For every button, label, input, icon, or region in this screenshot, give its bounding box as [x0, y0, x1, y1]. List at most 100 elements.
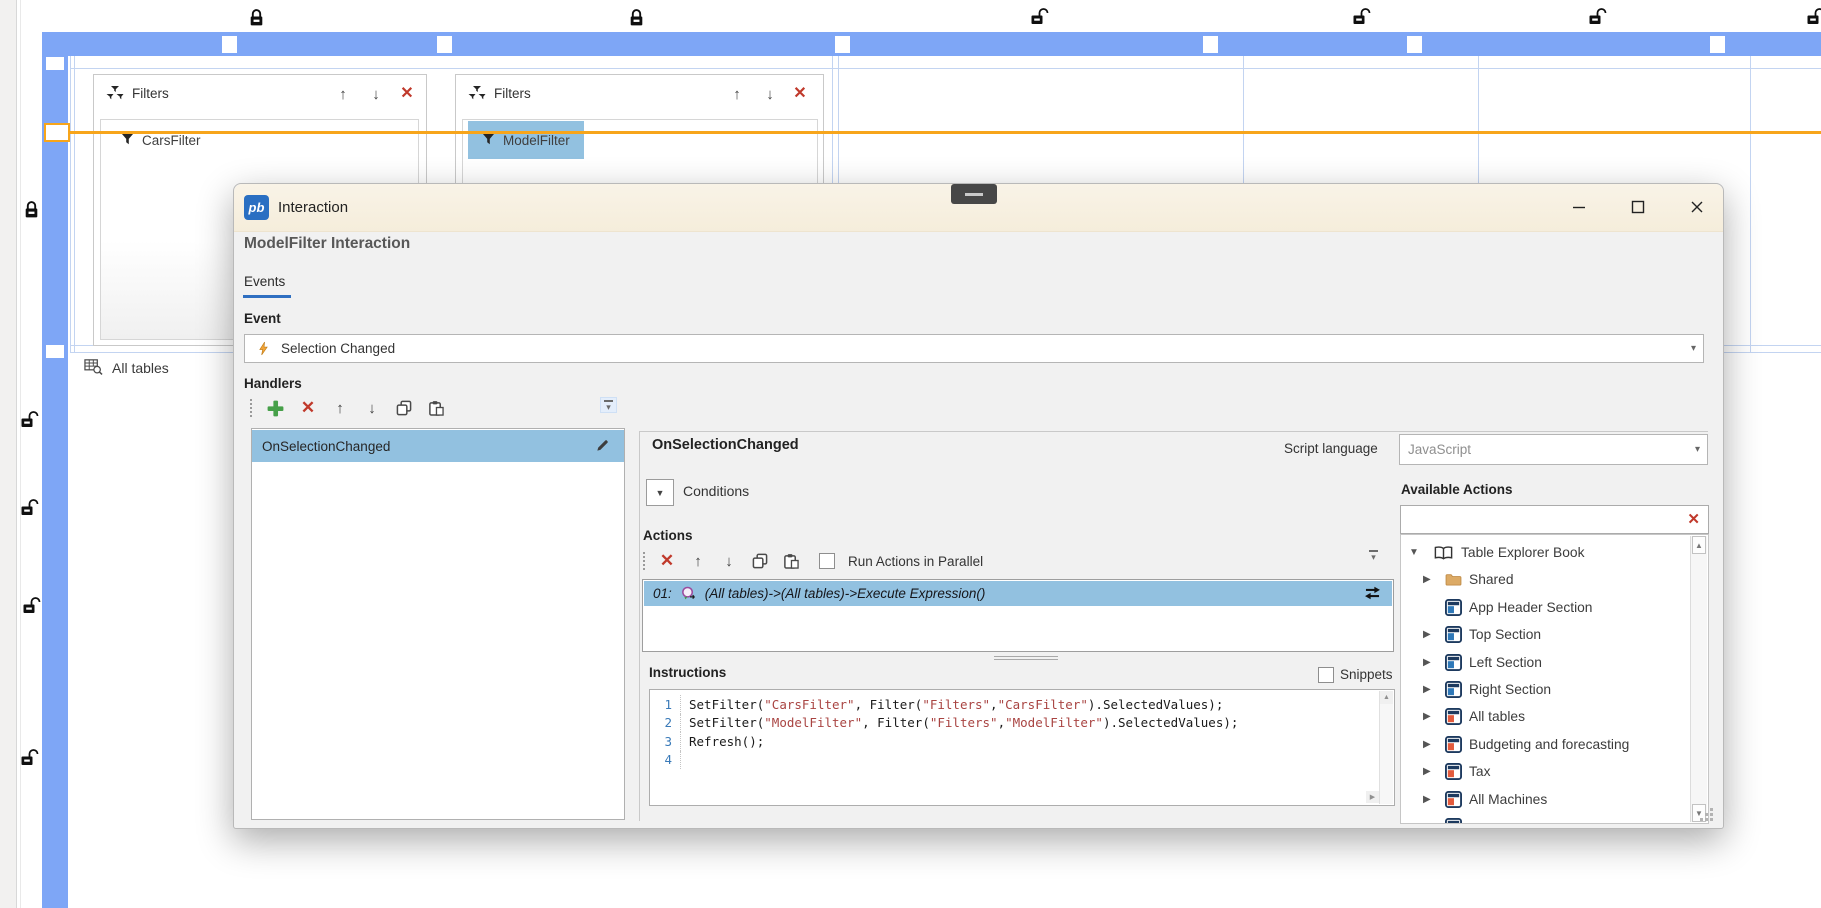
tab-events[interactable]: Events [244, 274, 285, 289]
toolbar-grip[interactable] [643, 552, 645, 570]
selection-band-vertical[interactable] [42, 32, 68, 908]
move-handler-up-button[interactable]: ↑ [331, 398, 349, 418]
tree-item[interactable]: ▶All Machines [1401, 786, 1690, 813]
snippets-checkbox[interactable] [1318, 667, 1334, 683]
unlock-icon[interactable] [1030, 7, 1050, 31]
resize-handle[interactable] [1710, 36, 1725, 53]
tree-item[interactable]: ▶Budgeting and forecasting [1401, 731, 1690, 758]
expander-collapsed-icon[interactable]: ▶ [1423, 629, 1431, 640]
minimize-button[interactable] [1558, 190, 1600, 224]
splitter-handle[interactable] [994, 656, 1058, 660]
lock-icon[interactable] [248, 8, 265, 32]
move-up-button[interactable]: ↑ [728, 84, 746, 104]
toolbar-grip[interactable] [250, 399, 252, 417]
unlock-icon[interactable] [1806, 7, 1821, 31]
handlers-list[interactable]: OnSelectionChanged [251, 428, 625, 820]
scroll-up-icon[interactable]: ▲ [1692, 536, 1706, 554]
expander-collapsed-icon[interactable]: ▶ [1423, 657, 1431, 668]
available-actions-tree[interactable]: ▲ ▼ ▼Table Explorer Book▶SharedApp Heade… [1400, 534, 1709, 824]
copy-icon[interactable] [751, 551, 769, 571]
tree-item[interactable]: ▼Table Explorer Book [1401, 539, 1690, 566]
dialog-resize-grip[interactable] [1700, 808, 1714, 822]
resize-handle[interactable] [835, 36, 850, 53]
toolbar-options-icon[interactable]: ▾ [600, 397, 617, 413]
scroll-up-icon[interactable]: ▲ [1380, 691, 1393, 704]
folder-icon [1445, 573, 1462, 586]
section-all-tables[interactable]: All tables [84, 358, 169, 378]
unlock-icon[interactable] [1352, 7, 1372, 31]
available-actions-search[interactable]: ✕ [1400, 505, 1709, 534]
section-orange-icon [1445, 763, 1462, 780]
close-button[interactable] [1676, 190, 1718, 224]
resize-handle[interactable] [222, 36, 237, 53]
tree-item[interactable]: ▶Tax [1401, 758, 1690, 785]
delete-handler-button[interactable]: ✕ [299, 398, 317, 418]
resize-handle[interactable] [46, 57, 64, 70]
lock-icon[interactable] [23, 200, 40, 224]
code-editor[interactable]: 1SetFilter("CarsFilter", Filter("Filters… [649, 689, 1395, 806]
delete-button[interactable]: ✕ [398, 83, 416, 103]
expander-collapsed-icon[interactable]: ▶ [1423, 711, 1431, 722]
delete-action-button[interactable]: ✕ [658, 551, 676, 571]
expander-collapsed-icon[interactable]: ▶ [1423, 574, 1431, 585]
move-up-button[interactable]: ↑ [334, 84, 352, 104]
window-drag-handle[interactable] [951, 184, 997, 204]
filter-item[interactable]: ModelFilter [468, 121, 584, 159]
run-parallel-checkbox[interactable] [819, 553, 835, 569]
edit-pencil-icon[interactable] [595, 438, 610, 456]
lock-icon[interactable] [628, 8, 645, 32]
move-action-down-button[interactable]: ↓ [720, 551, 738, 571]
unlock-icon[interactable] [20, 748, 40, 772]
clear-search-icon[interactable]: ✕ [1687, 510, 1700, 528]
swap-arrows-icon[interactable] [1363, 586, 1382, 603]
resize-handle[interactable] [46, 345, 64, 358]
resize-handle[interactable] [437, 36, 452, 53]
handlers-label: Handlers [244, 376, 302, 391]
filter-item[interactable]: CarsFilter [115, 121, 207, 159]
expander-collapsed-icon[interactable]: ▶ [1423, 794, 1431, 805]
handler-row[interactable]: OnSelectionChanged [252, 430, 624, 462]
script-language-value: JavaScript [1408, 442, 1471, 457]
unlock-icon[interactable] [22, 596, 42, 620]
tree-item[interactable]: ▶All tables [1401, 703, 1690, 730]
vertical-scrollbar[interactable]: ▲ [1379, 691, 1393, 804]
tree-scrollbar[interactable]: ▲ ▼ [1690, 536, 1707, 822]
move-handler-down-button[interactable]: ↓ [363, 398, 381, 418]
add-handler-button[interactable] [266, 398, 285, 418]
actions-list[interactable]: 01:(All tables)->(All tables)->Execute E… [642, 579, 1394, 652]
selection-band-horizontal[interactable] [42, 32, 1821, 56]
expander-collapsed-icon[interactable]: ▶ [1423, 739, 1431, 750]
conditions-expand-button[interactable]: ▼ [646, 479, 674, 506]
expander-collapsed-icon[interactable]: ▶ [1423, 684, 1431, 695]
unlock-icon[interactable] [20, 498, 40, 522]
guide-handle[interactable] [44, 123, 70, 142]
expander-collapsed-icon[interactable]: ▶ [1423, 766, 1431, 777]
tree-item[interactable]: ▶Left Section [1401, 649, 1690, 676]
tree-item[interactable] [1401, 813, 1690, 824]
maximize-button[interactable] [1617, 190, 1659, 224]
script-language-dropdown[interactable]: JavaScript ▾ [1399, 434, 1708, 465]
section-blue-icon [1445, 681, 1462, 698]
move-action-up-button[interactable]: ↑ [689, 551, 707, 571]
event-dropdown[interactable]: Selection Changed ▾ [244, 334, 1704, 363]
copy-icon[interactable] [395, 398, 413, 418]
resize-handle[interactable] [1407, 36, 1422, 53]
collapsed-side-panel[interactable] [0, 0, 17, 908]
paste-icon[interactable] [427, 398, 445, 418]
scroll-right-icon[interactable]: ▶ [1366, 791, 1379, 803]
actions-label: Actions [643, 528, 693, 543]
toolbar-options-icon[interactable]: ▾ [1369, 550, 1378, 560]
unlock-icon[interactable] [20, 410, 40, 434]
action-row[interactable]: 01:(All tables)->(All tables)->Execute E… [644, 581, 1392, 606]
tree-item[interactable]: ▶Top Section [1401, 621, 1690, 648]
delete-button[interactable]: ✕ [791, 83, 809, 103]
expander-expanded-icon[interactable]: ▼ [1409, 547, 1419, 558]
unlock-icon[interactable] [1588, 7, 1608, 31]
tree-item[interactable]: App Header Section [1401, 594, 1690, 621]
paste-icon[interactable] [782, 551, 800, 571]
resize-handle[interactable] [1203, 36, 1218, 53]
tree-item[interactable]: ▶Shared [1401, 566, 1690, 593]
move-down-button[interactable]: ↓ [761, 84, 779, 104]
move-down-button[interactable]: ↓ [367, 84, 385, 104]
tree-item[interactable]: ▶Right Section [1401, 676, 1690, 703]
